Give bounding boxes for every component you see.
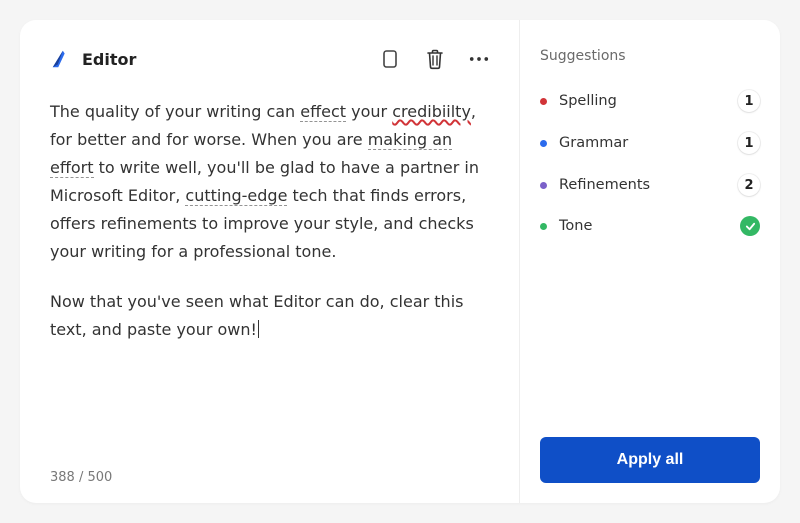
suggestions-heading: Suggestions (540, 48, 760, 64)
suggestion-label: Refinements (559, 177, 650, 193)
refinement-mark[interactable]: cutting-edge (185, 186, 287, 206)
paragraph-2: Now that you've seen what Editor can do,… (50, 288, 489, 344)
editor-header: Editor (50, 48, 489, 70)
refinement-mark[interactable]: effort (50, 158, 94, 178)
editor-textarea[interactable]: The quality of your writing can effect y… (50, 98, 489, 470)
count-badge: 1 (738, 90, 760, 112)
suggestion-row-refinements[interactable]: Refinements 2 (540, 164, 760, 206)
refinement-mark[interactable]: making an (368, 130, 452, 150)
trash-icon (425, 48, 445, 70)
count-badge: 2 (738, 174, 760, 196)
editor-title: Editor (82, 50, 136, 69)
spelling-mark[interactable]: credibiilty (392, 102, 471, 121)
suggestions-panel: Suggestions Spelling 1 Grammar 1 Refinements… (520, 20, 780, 503)
more-icon (469, 49, 489, 69)
copy-icon (381, 48, 401, 70)
text-caret (258, 320, 259, 338)
checkmark-icon (740, 216, 760, 236)
category-dot-icon (540, 182, 547, 189)
toolbar (381, 48, 489, 70)
suggestion-label: Tone (559, 218, 592, 234)
category-dot-icon (540, 140, 547, 147)
delete-button[interactable] (425, 48, 445, 70)
editor-left-panel: Editor (20, 20, 520, 503)
grammar-mark[interactable]: effect (300, 102, 346, 122)
apply-all-button[interactable]: Apply all (540, 437, 760, 483)
suggestions-list: Spelling 1 Grammar 1 Refinements 2 Tone (540, 80, 760, 246)
count-badge: 1 (738, 132, 760, 154)
paragraph-1: The quality of your writing can effect y… (50, 98, 489, 266)
editor-card: Editor (20, 20, 780, 503)
suggestion-row-grammar[interactable]: Grammar 1 (540, 122, 760, 164)
char-counter: 388 / 500 (50, 470, 489, 485)
suggestion-label: Grammar (559, 135, 628, 151)
title-group: Editor (50, 48, 136, 70)
suggestion-row-spelling[interactable]: Spelling 1 (540, 80, 760, 122)
category-dot-icon (540, 98, 547, 105)
copy-button[interactable] (381, 48, 401, 70)
suggestion-row-tone[interactable]: Tone (540, 206, 760, 246)
editor-logo-icon (50, 48, 72, 70)
more-button[interactable] (469, 49, 489, 69)
suggestion-label: Spelling (559, 93, 617, 109)
category-dot-icon (540, 223, 547, 230)
